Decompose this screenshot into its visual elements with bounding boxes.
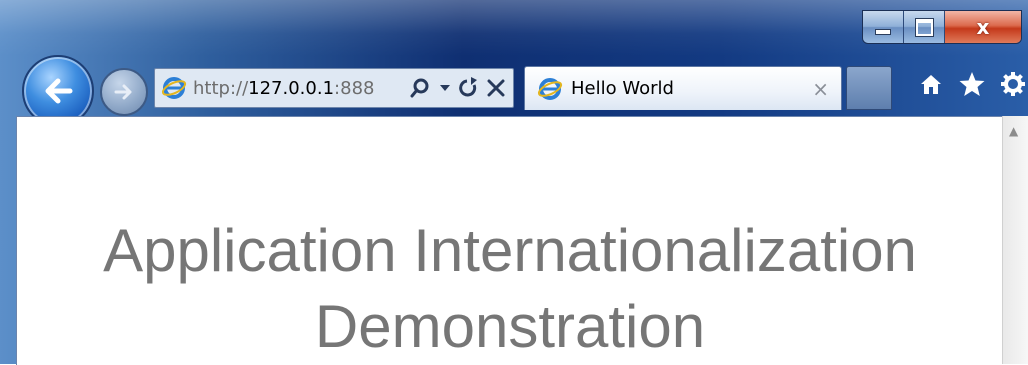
favorites-star-icon[interactable] <box>958 70 986 98</box>
heading-line-2: Demonstration <box>314 293 706 360</box>
page-heading: Application Internationalization Demonst… <box>17 213 1003 365</box>
minimize-button[interactable] <box>863 11 904 43</box>
minimize-icon <box>875 29 891 35</box>
tab-hello-world[interactable]: Hello World × <box>524 66 842 110</box>
address-url[interactable]: http://127.0.0.1:888 <box>193 78 379 99</box>
gear-icon[interactable] <box>1000 71 1026 97</box>
home-icon[interactable] <box>918 71 944 97</box>
refresh-icon[interactable] <box>459 77 479 99</box>
close-icon: x <box>976 15 990 39</box>
chevron-down-icon[interactable] <box>439 83 451 93</box>
address-bar[interactable]: http://127.0.0.1:888 <box>154 68 514 108</box>
tab-close-icon[interactable]: × <box>812 77 829 101</box>
scroll-up-arrow-icon[interactable]: ▲ <box>1009 124 1018 138</box>
url-port: :888 <box>334 77 375 99</box>
heading-line-1: Application Internationalization <box>103 217 917 284</box>
page-content: Application Internationalization Demonst… <box>16 116 1003 365</box>
back-arrow-icon <box>45 78 73 104</box>
maximize-button[interactable] <box>904 11 945 43</box>
forward-arrow-icon <box>114 84 132 100</box>
ie-logo-icon <box>161 77 187 99</box>
vertical-scrollbar[interactable]: ▲ <box>1002 116 1028 364</box>
command-icons <box>918 70 1026 98</box>
new-tab-button[interactable] <box>846 66 892 110</box>
url-host: 127.0.0.1 <box>248 77 335 99</box>
search-icon[interactable] <box>409 77 431 99</box>
forward-button[interactable] <box>100 68 148 116</box>
window-caption-buttons: x <box>862 10 1022 44</box>
tab-title: Hello World <box>571 78 674 99</box>
url-scheme: http:// <box>193 77 249 99</box>
ie-logo-icon <box>537 77 563 100</box>
maximize-icon <box>914 17 934 37</box>
stop-icon[interactable] <box>487 79 505 97</box>
close-window-button[interactable]: x <box>945 11 1021 43</box>
